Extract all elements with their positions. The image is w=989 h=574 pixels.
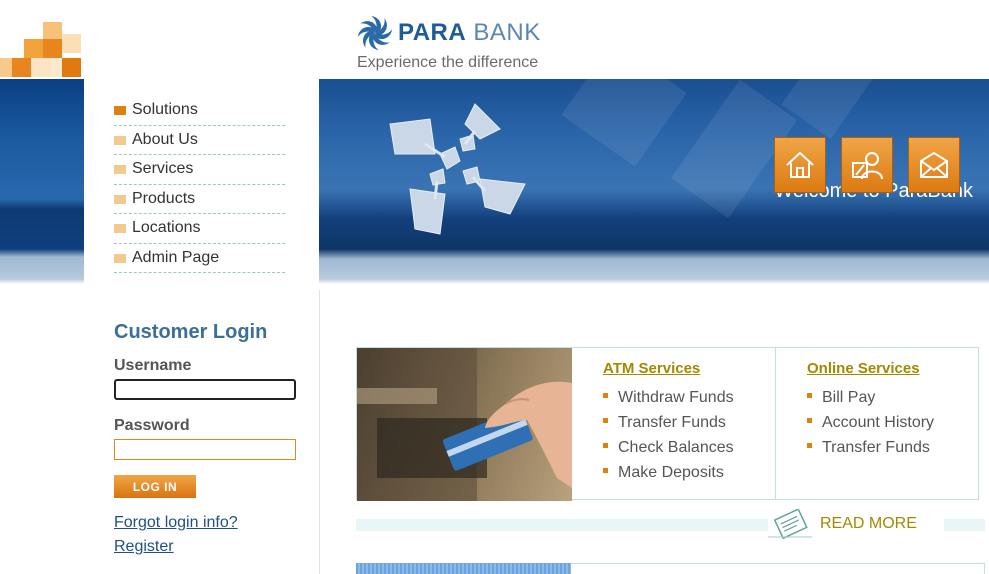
online-item-transfer-funds[interactable]: Transfer Funds	[807, 435, 934, 460]
bullet-icon	[603, 418, 608, 423]
atm-item-make-deposits[interactable]: Make Deposits	[603, 460, 734, 485]
nav-about-us[interactable]: About Us	[114, 126, 285, 155]
online-services-link[interactable]: Online Services	[807, 360, 920, 377]
bullet-icon	[807, 418, 812, 423]
bullet-icon	[114, 194, 126, 204]
nav-label: Products	[132, 189, 196, 207]
nav-admin-page[interactable]: Admin Page	[114, 244, 285, 273]
bullet-icon	[603, 443, 608, 448]
cube-logo	[0, 0, 84, 78]
bullet-icon	[807, 443, 812, 448]
next-panel	[571, 563, 985, 574]
mail-icon	[920, 151, 948, 178]
nav-services[interactable]: Services	[114, 155, 285, 185]
bullet-icon	[114, 253, 126, 263]
login-button[interactable]: LOG IN	[114, 475, 196, 498]
tagline: Experience the difference	[357, 54, 539, 71]
brand-name: PARA BANK	[398, 19, 541, 46]
services-panel: ATM Services Withdraw Funds Transfer Fun…	[356, 347, 979, 501]
bullet-icon	[114, 165, 126, 175]
nav-solutions[interactable]: Solutions	[114, 96, 285, 126]
login-title: Customer Login	[114, 321, 268, 343]
online-item-bill-pay[interactable]: Bill Pay	[807, 385, 934, 410]
mail-button[interactable]	[908, 137, 960, 193]
username-input[interactable]	[114, 379, 296, 400]
bullet-icon	[114, 106, 126, 116]
forgot-login-link[interactable]: Forgot login info?	[114, 514, 238, 532]
nav-products[interactable]: Products	[114, 185, 285, 214]
home-icon	[786, 151, 814, 178]
bullet-icon	[807, 393, 812, 398]
atm-services-link[interactable]: ATM Services	[603, 360, 700, 377]
left-menu: Solutions About Us Services Products Loc…	[114, 96, 285, 273]
password-label: Password	[114, 417, 190, 434]
nav-label: Solutions	[132, 101, 198, 119]
atm-services-column: ATM Services Withdraw Funds Transfer Fun…	[572, 348, 776, 499]
contact-icon	[852, 152, 883, 180]
bullet-icon	[114, 224, 126, 234]
bullet-icon	[603, 468, 608, 473]
network-graphic	[389, 103, 526, 235]
atm-item-withdraw-funds[interactable]: Withdraw Funds	[603, 385, 734, 410]
nav-label: Admin Page	[132, 248, 220, 266]
atm-item-transfer-funds[interactable]: Transfer Funds	[603, 410, 734, 435]
bullet-icon	[603, 393, 608, 398]
bullet-icon	[114, 135, 126, 145]
document-icon	[768, 509, 812, 539]
online-item-account-history[interactable]: Account History	[807, 410, 934, 435]
column-divider	[319, 290, 320, 574]
register-link[interactable]: Register	[114, 538, 174, 556]
contact-button[interactable]	[841, 137, 893, 193]
home-button[interactable]	[774, 137, 826, 193]
next-panel-image	[356, 563, 571, 574]
nav-label: About Us	[132, 130, 198, 148]
password-input[interactable]	[114, 439, 296, 460]
read-more-label: READ MORE	[820, 515, 917, 532]
nav-label: Locations	[132, 219, 201, 237]
nav-label: Services	[132, 160, 194, 178]
parabank-logo[interactable]: PARA BANK	[356, 14, 541, 52]
username-label: Username	[114, 357, 192, 374]
header-band-left	[0, 79, 84, 284]
pinwheel-icon	[357, 15, 393, 51]
nav-locations[interactable]: Locations	[114, 214, 285, 244]
atm-image	[357, 348, 572, 501]
atm-item-check-balances[interactable]: Check Balances	[603, 435, 734, 460]
read-more-link[interactable]: READ MORE	[768, 508, 944, 540]
online-services-column: Online Services Bill Pay Account History…	[776, 348, 978, 499]
